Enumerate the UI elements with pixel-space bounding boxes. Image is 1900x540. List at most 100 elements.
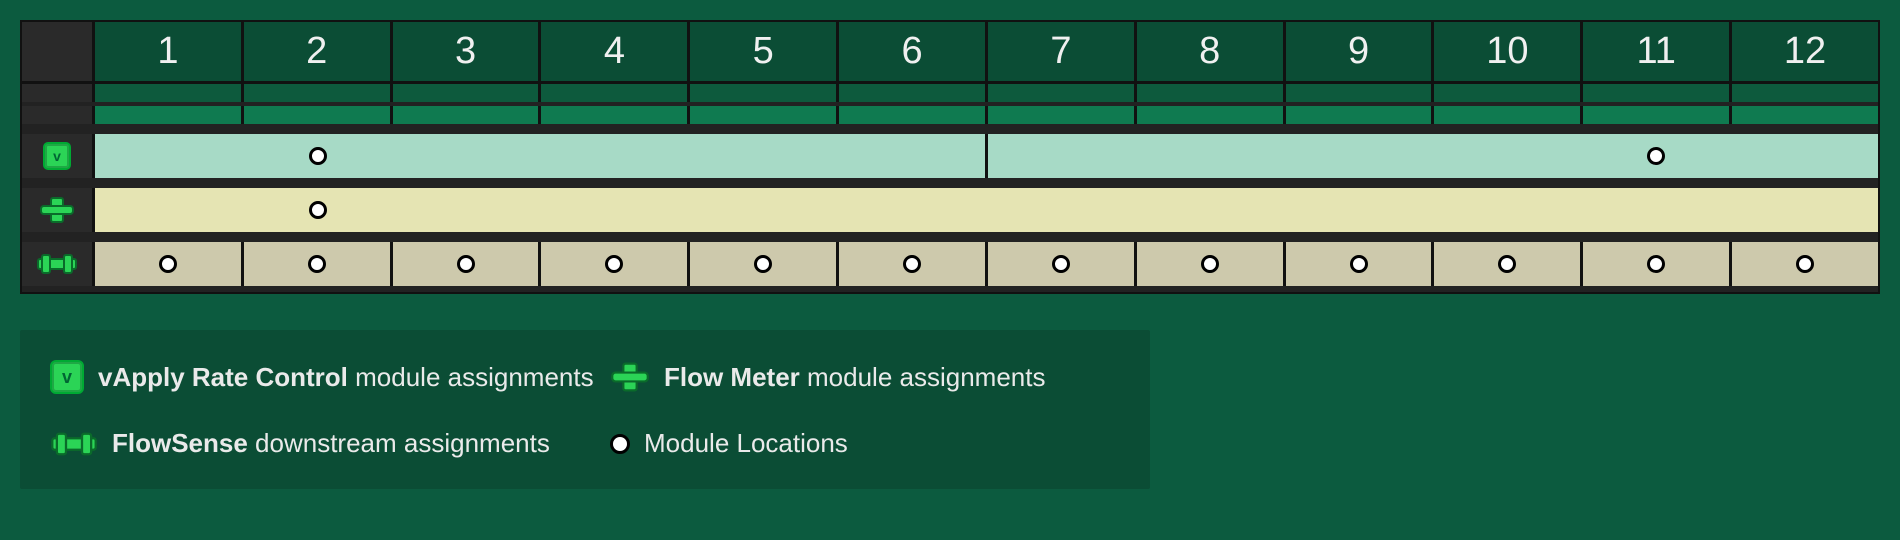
stub-cell	[241, 106, 390, 124]
legend-flowsense: FlowSense downstream assignments	[50, 428, 610, 459]
module-location-dot-icon	[610, 434, 630, 454]
module-location-dot	[457, 255, 475, 273]
vapply-icon: v	[50, 360, 84, 394]
stub-cell	[538, 106, 687, 124]
bar-segment[interactable]	[1431, 242, 1580, 286]
vapply-icon: v	[43, 142, 71, 170]
legend-vapply-text: vApply Rate Control module assignments	[98, 362, 594, 393]
legend-flowsense-bold: FlowSense	[112, 428, 248, 458]
legend-panel: v vApply Rate Control module assignments…	[20, 330, 1150, 489]
column-header-6[interactable]: 6	[836, 22, 985, 81]
stub-cell	[985, 84, 1134, 102]
module-location-dot	[1350, 255, 1368, 273]
module-location-dot	[1498, 255, 1516, 273]
stub-cell	[538, 84, 687, 102]
stub-cell	[1283, 84, 1432, 102]
legend-vapply-rest: module assignments	[348, 362, 594, 392]
bar-segment[interactable]	[836, 242, 985, 286]
grid-content: 123456789101112	[92, 22, 1878, 292]
module-location-dot	[1647, 147, 1665, 165]
legend-flowmeter: Flow Meter module assignments	[610, 360, 1110, 394]
top-stub-2-icon	[22, 106, 92, 124]
module-location-dot	[1201, 255, 1219, 273]
module-location-dot	[309, 147, 327, 165]
stub-cell	[1580, 84, 1729, 102]
bar-segment[interactable]	[985, 242, 1134, 286]
stub-cell	[1283, 106, 1432, 124]
bar-segment[interactable]	[92, 242, 241, 286]
column-header-5[interactable]: 5	[687, 22, 836, 81]
bar-segment[interactable]	[687, 242, 836, 286]
flowmeter-icon	[39, 196, 75, 224]
stub-cell	[1729, 106, 1878, 124]
column-header-2[interactable]: 2	[241, 22, 390, 81]
row-icon-column: v	[22, 22, 92, 292]
bar-segment[interactable]	[241, 242, 390, 286]
legend-vapply: v vApply Rate Control module assignments	[50, 360, 610, 394]
icon-column-header-spacer	[22, 22, 92, 84]
bar-segment[interactable]	[1729, 242, 1878, 286]
stub-cell	[1580, 106, 1729, 124]
stub-cell	[985, 106, 1134, 124]
column-header-11[interactable]: 11	[1580, 22, 1729, 81]
column-header-row: 123456789101112	[92, 22, 1878, 84]
legend-flowsense-text: FlowSense downstream assignments	[112, 428, 550, 459]
flowmeter-row-icon	[22, 188, 92, 232]
vapply-row[interactable]	[92, 134, 1878, 178]
stub-cell	[836, 84, 985, 102]
column-header-4[interactable]: 4	[538, 22, 687, 81]
legend-vapply-bold: vApply Rate Control	[98, 362, 348, 392]
legend-flowsense-rest: downstream assignments	[248, 428, 550, 458]
column-header-9[interactable]: 9	[1283, 22, 1432, 81]
flowsense-icon	[36, 253, 78, 275]
module-location-dot	[1647, 255, 1665, 273]
module-location-dot	[754, 255, 772, 273]
assignment-grid: v	[20, 20, 1880, 294]
legend-flowmeter-bold: Flow Meter	[664, 362, 800, 392]
stub-cell	[687, 106, 836, 124]
module-location-dot	[1052, 255, 1070, 273]
legend-module-locations: Module Locations	[610, 428, 1110, 459]
stub-cell	[1729, 84, 1878, 102]
column-header-12[interactable]: 12	[1729, 22, 1878, 81]
flowsense-row-icon	[22, 242, 92, 286]
column-header-3[interactable]: 3	[390, 22, 539, 81]
stub-row-2	[92, 106, 1878, 124]
bar-segment[interactable]	[985, 134, 1878, 178]
stub-cell	[241, 84, 390, 102]
bar-segment[interactable]	[1283, 242, 1432, 286]
module-location-dot	[1796, 255, 1814, 273]
module-location-dot	[903, 255, 921, 273]
bar-segment[interactable]	[1134, 242, 1283, 286]
legend-flowmeter-rest: module assignments	[800, 362, 1046, 392]
bar-segment[interactable]	[92, 188, 1878, 232]
flowmeter-row[interactable]	[92, 188, 1878, 232]
stub-cell	[390, 106, 539, 124]
stub-cell	[836, 106, 985, 124]
stub-cell	[1431, 84, 1580, 102]
bar-segment[interactable]	[1580, 242, 1729, 286]
stub-cell	[1431, 106, 1580, 124]
stub-cell	[1134, 106, 1283, 124]
stub-cell	[92, 106, 241, 124]
bar-segment[interactable]	[538, 242, 687, 286]
flowsense-row[interactable]	[92, 242, 1878, 286]
top-stub-1-icon	[22, 84, 92, 102]
legend-flowmeter-text: Flow Meter module assignments	[664, 362, 1045, 393]
vapply-row-icon: v	[22, 134, 92, 178]
stub-row-1	[92, 84, 1878, 102]
stub-cell	[687, 84, 836, 102]
column-header-7[interactable]: 7	[985, 22, 1134, 81]
module-location-dot	[308, 255, 326, 273]
bar-segment[interactable]	[390, 242, 539, 286]
column-header-1[interactable]: 1	[92, 22, 241, 81]
stub-cell	[92, 84, 241, 102]
flowsense-icon	[50, 431, 98, 457]
module-location-dot	[159, 255, 177, 273]
stub-cell	[390, 84, 539, 102]
bar-segment[interactable]	[92, 134, 985, 178]
stub-cell	[1134, 84, 1283, 102]
column-header-8[interactable]: 8	[1134, 22, 1283, 81]
column-header-10[interactable]: 10	[1431, 22, 1580, 81]
flowmeter-icon	[610, 361, 650, 393]
